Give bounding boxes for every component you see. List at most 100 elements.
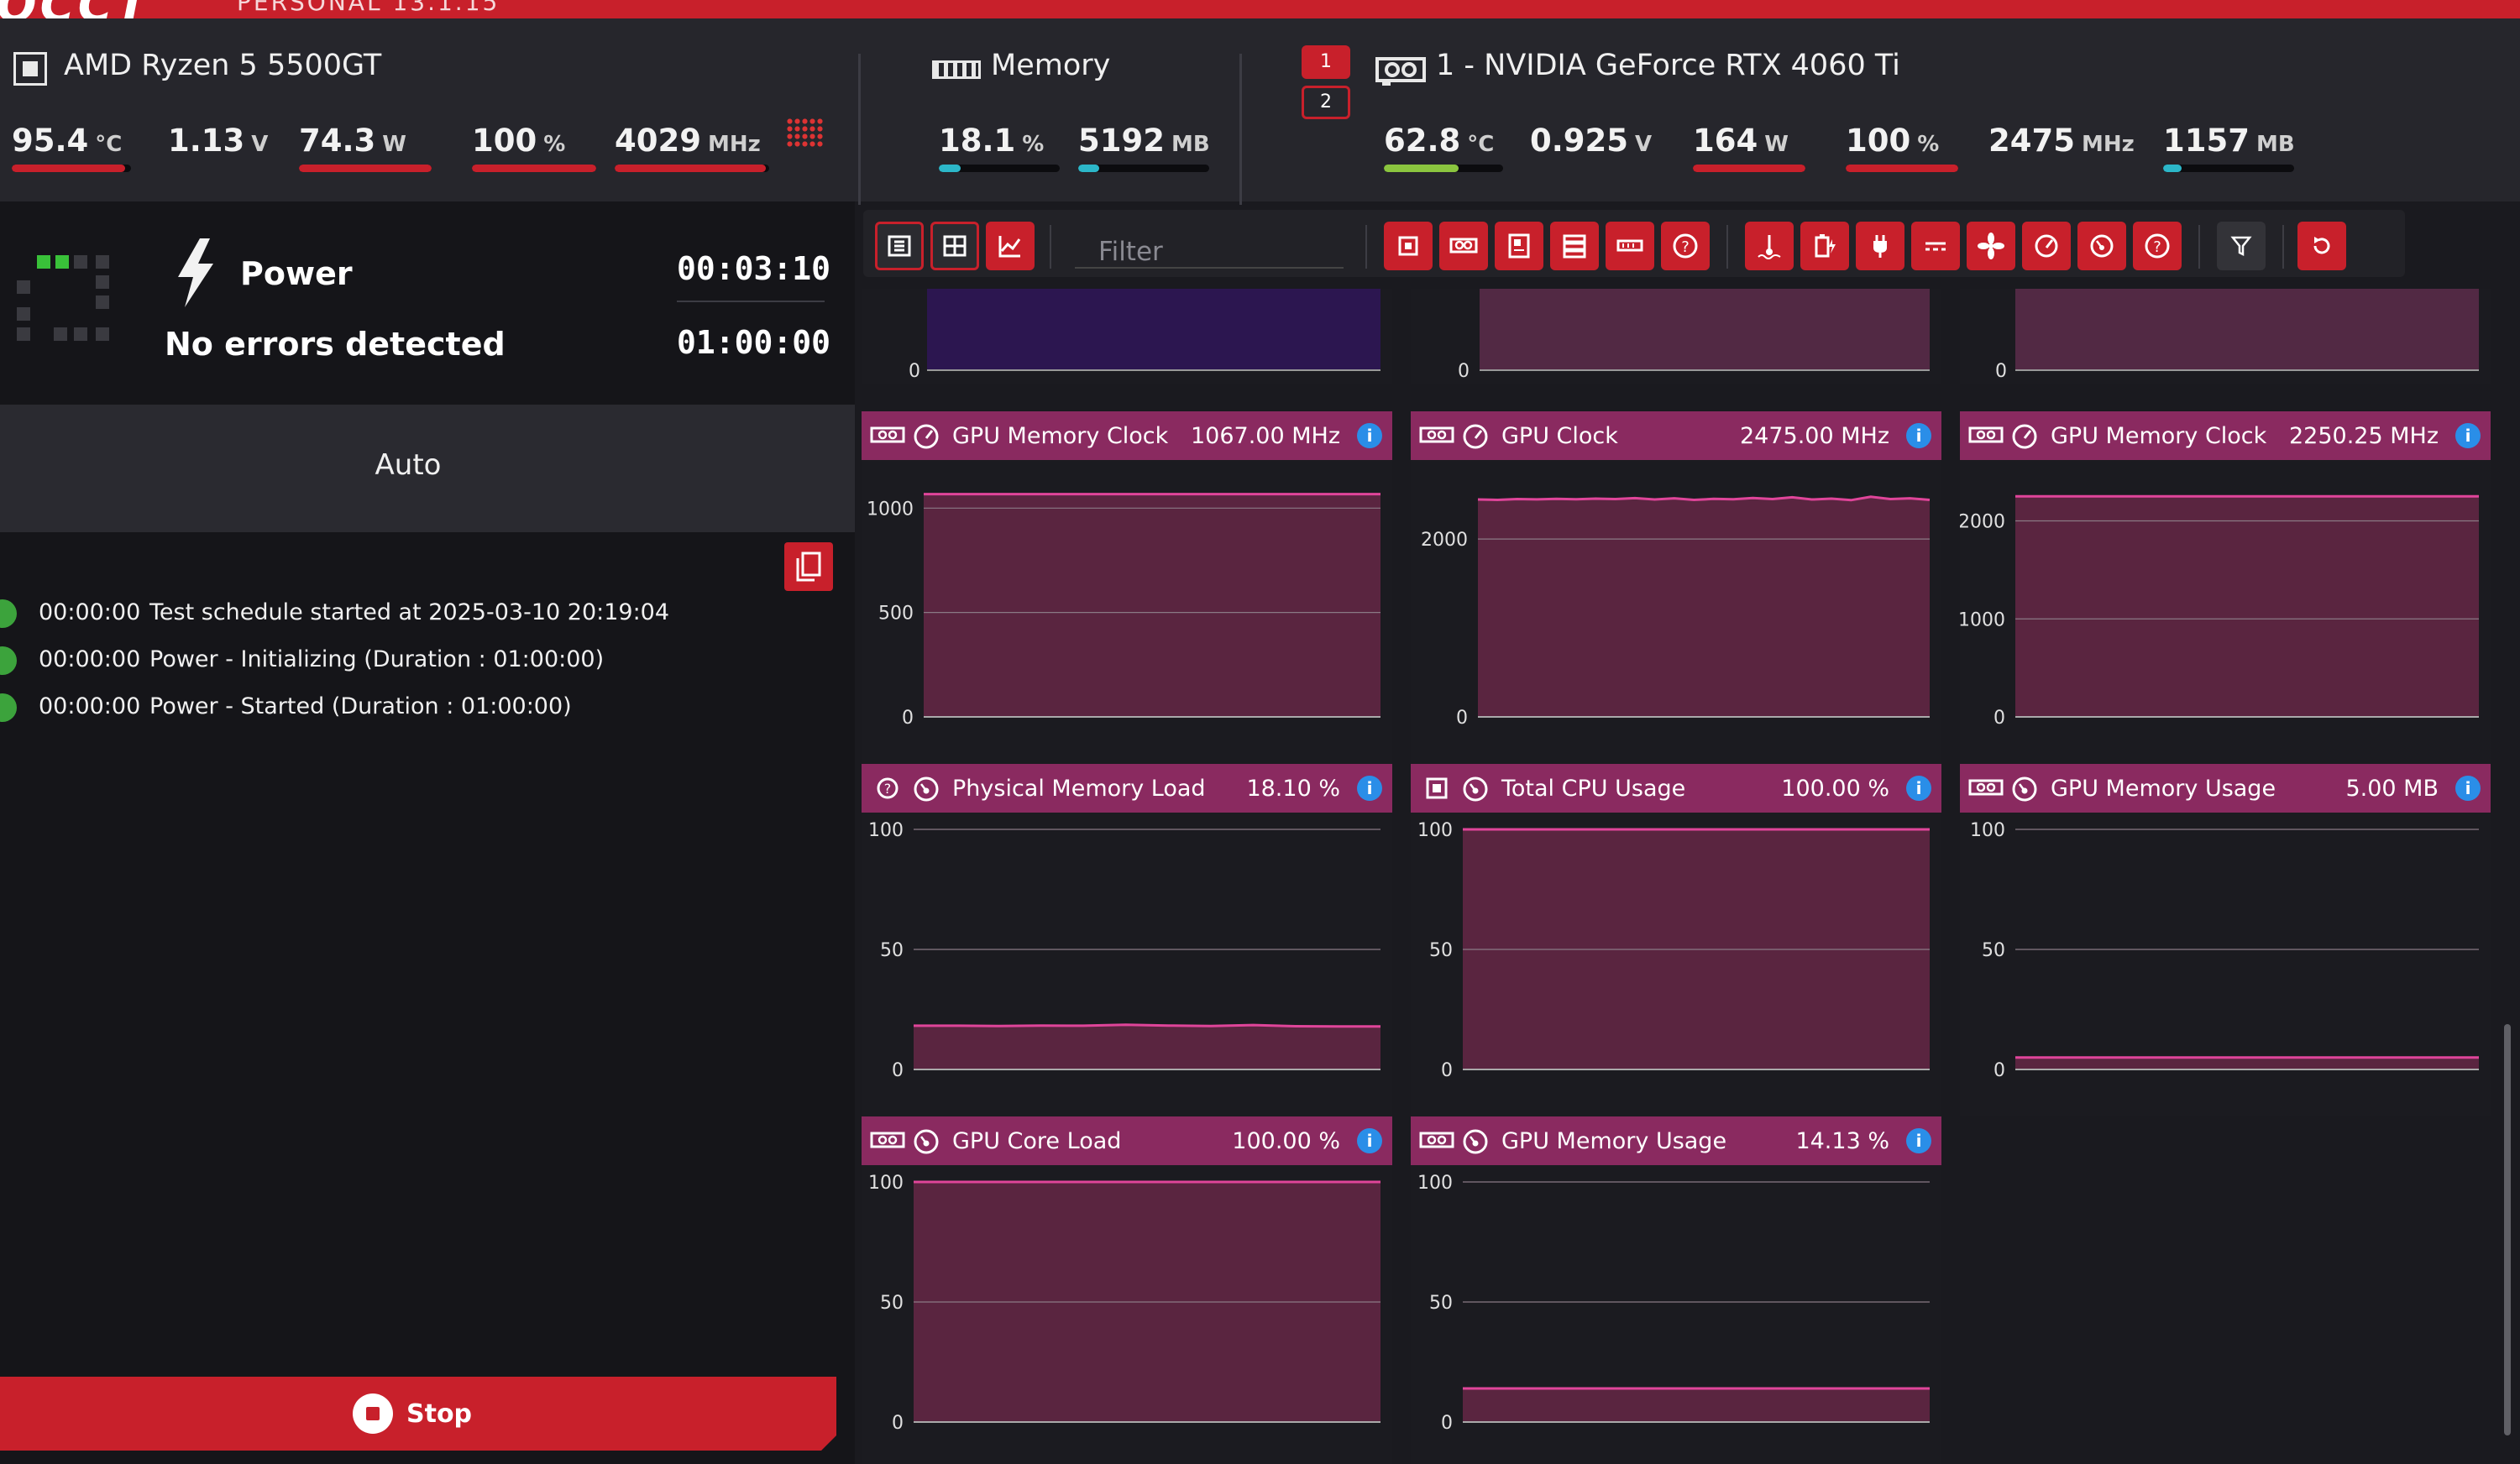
log-row: 00:00:00 Power - Initializing (Duration :… bbox=[0, 643, 840, 677]
panel-header[interactable]: GPU Core Load 100.00 % i bbox=[862, 1116, 1392, 1165]
panel-value: 14.13 % bbox=[1795, 1128, 1889, 1154]
filter-temperature-button[interactable] bbox=[1745, 222, 1794, 270]
stop-button[interactable]: Stop bbox=[0, 1377, 836, 1451]
filter-toggle-button[interactable] bbox=[2217, 222, 2266, 270]
filter-storage-button[interactable] bbox=[1550, 222, 1599, 270]
metric-unit: W bbox=[382, 132, 406, 157]
memory-name[interactable]: Memory bbox=[991, 49, 1110, 82]
filter-other-type-button[interactable]: ? bbox=[2133, 222, 2182, 270]
view-grid-button[interactable] bbox=[930, 222, 979, 270]
test-result: No errors detected bbox=[165, 326, 506, 363]
metric-readout: 1157 MB bbox=[2163, 123, 2295, 159]
metric-unit: MB bbox=[1171, 132, 1210, 157]
gpu-icon bbox=[1375, 57, 1426, 86]
y-tick-label: 0 bbox=[1456, 708, 1468, 729]
metric-unit: V bbox=[251, 132, 269, 157]
panel-value: 2475.00 MHz bbox=[1739, 423, 1889, 449]
area-chart: 0 50 100 bbox=[1970, 820, 2479, 1081]
panel-title: Physical Memory Load bbox=[952, 776, 1206, 802]
metric-unit: MHz bbox=[2081, 132, 2135, 157]
filter-input[interactable]: Filter bbox=[1075, 218, 1344, 269]
panel-header[interactable]: GPU Memory Clock 2250.25 MHz i bbox=[1960, 411, 2491, 460]
panel-header[interactable]: ? Physical Memory Load 18.10 % i bbox=[862, 764, 1392, 813]
info-icon[interactable]: i bbox=[1357, 776, 1382, 801]
chart-area: 0 50 100 bbox=[862, 1165, 1392, 1464]
panel-header[interactable]: GPU Memory Clock 1067.00 MHz i bbox=[862, 411, 1392, 460]
funnel-icon bbox=[2230, 236, 2252, 257]
filter-motherboard-button[interactable] bbox=[1495, 222, 1543, 270]
filter-other-button[interactable]: ? bbox=[1661, 222, 1710, 270]
cpu-name[interactable]: AMD Ryzen 5 5500GT bbox=[64, 49, 381, 82]
monitoring-toolbar: Filter ? ? bbox=[863, 210, 2405, 277]
metric-bar bbox=[12, 165, 131, 172]
info-icon[interactable]: i bbox=[1357, 1128, 1382, 1153]
filter-gpu-button[interactable] bbox=[1439, 222, 1488, 270]
metric-readout: 1.13 V bbox=[168, 123, 268, 159]
divider bbox=[858, 54, 861, 205]
info-icon[interactable]: i bbox=[1906, 423, 1931, 448]
check-circle-icon bbox=[0, 646, 17, 675]
panel-header[interactable]: Total CPU Usage 100.00 % i bbox=[1411, 764, 1941, 813]
mode-label: Auto bbox=[375, 448, 442, 482]
panel-header[interactable]: GPU Clock 2475.00 MHz i bbox=[1411, 411, 1941, 460]
filter-clock-button[interactable] bbox=[2022, 222, 2071, 270]
info-icon[interactable]: i bbox=[2455, 776, 2481, 801]
filter-fan-button[interactable] bbox=[1967, 222, 2015, 270]
gpu-icon bbox=[870, 426, 905, 443]
info-icon[interactable]: i bbox=[2455, 423, 2481, 448]
panel-title: GPU Memory Usage bbox=[2051, 776, 2276, 802]
y-tick-label: 1000 bbox=[1960, 609, 2005, 630]
gpu-icon bbox=[1968, 426, 2004, 443]
chart-area: 0 500 1000 bbox=[862, 460, 1392, 764]
metric-value: 5192 bbox=[1078, 123, 1165, 159]
gpu-selector-2[interactable]: 2 bbox=[1302, 86, 1350, 119]
scrollbar[interactable] bbox=[2504, 1024, 2511, 1435]
mode-selector[interactable]: Auto bbox=[0, 405, 855, 532]
y-tick-label: 100 bbox=[868, 1173, 904, 1194]
filter-memory-button[interactable] bbox=[1606, 222, 1654, 270]
test-status: Power No errors detected 00:03:10 01:00:… bbox=[0, 201, 855, 405]
area-chart: 0 50 100 bbox=[1417, 1173, 1930, 1434]
filter-load-button[interactable] bbox=[2077, 222, 2126, 270]
filter-power-button[interactable] bbox=[1856, 222, 1904, 270]
metric-value: 164 bbox=[1693, 123, 1758, 159]
filter-voltage-button[interactable] bbox=[1800, 222, 1849, 270]
load-gauge-icon bbox=[1463, 776, 1488, 802]
question-icon: ? bbox=[1673, 233, 1698, 259]
chart-area: 0 50 100 bbox=[862, 813, 1392, 1116]
sensor-chart-panel: ? Physical Memory Load 18.10 % i 0 50 100 bbox=[862, 764, 1392, 1116]
gpu-icon bbox=[870, 1132, 905, 1148]
metric-unit: % bbox=[543, 132, 566, 157]
panel-value: 2250.25 MHz bbox=[2288, 423, 2439, 449]
view-chart-button[interactable] bbox=[986, 222, 1035, 270]
info-icon[interactable]: i bbox=[1357, 423, 1382, 448]
filter-cpu-button[interactable] bbox=[1384, 222, 1433, 270]
reset-button[interactable] bbox=[2297, 222, 2346, 270]
clock-gauge-icon bbox=[1463, 424, 1488, 449]
metric-unit: % bbox=[1917, 132, 1940, 157]
y-tick-label: 100 bbox=[868, 820, 904, 841]
panel-value: 1067.00 MHz bbox=[1190, 423, 1340, 449]
copy-log-button[interactable] bbox=[784, 542, 833, 591]
view-list-button[interactable] bbox=[875, 222, 924, 270]
grid-dots-icon[interactable] bbox=[786, 118, 825, 148]
fan-icon bbox=[1978, 233, 2004, 259]
y-tick-label: 50 bbox=[880, 940, 904, 961]
gpu-selector-1[interactable]: 1 bbox=[1302, 45, 1350, 79]
sensor-chart-panel: GPU Clock 2475.00 MHz i 0 2000 bbox=[1411, 411, 1941, 764]
metric-value: 95.4 bbox=[12, 123, 89, 159]
question-icon: ? bbox=[2145, 233, 2170, 259]
info-icon[interactable]: i bbox=[1906, 776, 1931, 801]
panel-header[interactable]: GPU Memory Usage 5.00 MB i bbox=[1960, 764, 2491, 813]
gpu-name[interactable]: 1 - NVIDIA GeForce RTX 4060 Ti bbox=[1436, 49, 1900, 82]
load-gauge-icon bbox=[2012, 776, 2037, 802]
info-icon[interactable]: i bbox=[1906, 1128, 1931, 1153]
memory-icon bbox=[932, 60, 981, 79]
metric-bar bbox=[1693, 165, 1805, 172]
panel-header[interactable]: GPU Memory Usage 14.13 % i bbox=[1411, 1116, 1941, 1165]
line-chart-icon bbox=[998, 236, 1021, 258]
grid-view-icon bbox=[943, 235, 967, 257]
filter-current-button[interactable] bbox=[1911, 222, 1960, 270]
sensor-chart-panel: GPU Memory Usage 14.13 % i 0 50 100 bbox=[1411, 1116, 1941, 1464]
question-icon: ? bbox=[877, 777, 899, 799]
